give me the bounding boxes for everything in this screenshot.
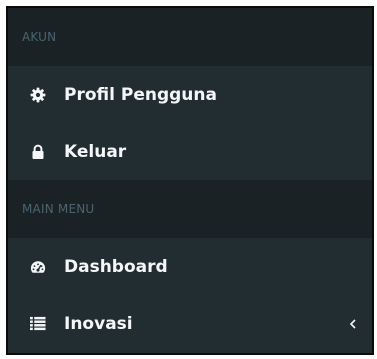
sidebar-item-dashboard[interactable]: Dashboard [8, 238, 372, 295]
section-header-akun: AKUN [8, 8, 372, 66]
sidebar-item-label: Dashboard [64, 256, 168, 277]
section-header-label: AKUN [22, 30, 57, 44]
sidebar-item-keluar[interactable]: Keluar [8, 123, 372, 180]
sidebar-item-label: Inovasi [64, 313, 133, 334]
chevron-left-icon[interactable] [348, 318, 358, 330]
sidebar-item-label: Keluar [64, 141, 127, 162]
gear-icon [30, 87, 46, 103]
dashboard-icon [30, 259, 46, 275]
sidebar-item-inovasi[interactable]: Inovasi [8, 295, 372, 352]
sidebar: AKUN Profil Pengguna Keluar MAIN MENU Da… [6, 6, 374, 355]
sidebar-item-label: Profil Pengguna [64, 84, 217, 105]
section-header-main-menu: MAIN MENU [8, 180, 372, 238]
lock-icon [30, 144, 46, 160]
section-header-label: MAIN MENU [22, 202, 95, 216]
list-icon [30, 316, 46, 332]
sidebar-item-profil-pengguna[interactable]: Profil Pengguna [8, 66, 372, 123]
